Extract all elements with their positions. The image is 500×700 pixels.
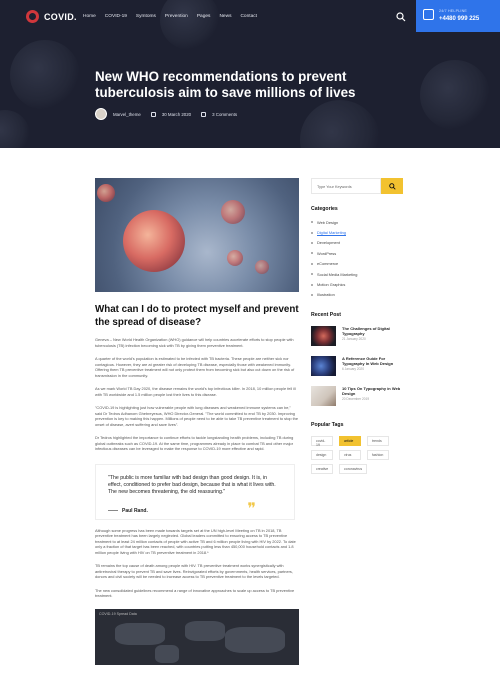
recent-posts-title: Recent Post — [311, 312, 341, 319]
recent-post[interactable]: The Challenges of Digital Typography 21 … — [311, 326, 404, 348]
tag-cloud: covid-19 article trends design virus fas… — [311, 436, 404, 475]
search-icon — [388, 182, 396, 190]
sidebar-search: Type Your Keywords — [311, 178, 404, 194]
search-icon[interactable] — [396, 12, 406, 22]
category-item[interactable]: Social Media Marketing — [311, 269, 404, 279]
tag[interactable]: trends — [367, 436, 389, 447]
nav-item-prevention[interactable]: Prevention — [165, 14, 188, 19]
tag[interactable]: fashion — [367, 450, 389, 461]
quote-dash — [108, 510, 118, 511]
comment-count[interactable]: 3 Comments — [212, 112, 237, 117]
tag[interactable]: virus — [339, 450, 361, 461]
calendar-icon — [150, 111, 156, 117]
post-date: 21 January 2020 — [342, 337, 366, 342]
search-button[interactable] — [381, 178, 403, 194]
spread-map-image: COVID-19 Spread Data — [95, 608, 299, 665]
article-paragraph: TB remains the top cause of death among … — [95, 563, 293, 579]
article-content: What can I do to protect myself and prev… — [95, 178, 299, 665]
category-item[interactable]: Illustration — [311, 290, 404, 300]
article-paragraph: The new consolidated guidelines recommen… — [95, 587, 295, 599]
hero-banner: COVID. Home COVID-19 Symtoms Prevention … — [0, 0, 500, 148]
post-thumbnail[interactable] — [311, 386, 336, 407]
popular-tags-title: Popular Tags — [311, 422, 344, 429]
category-item[interactable]: Motion Graphics — [311, 279, 404, 289]
category-list: Web Design Digital Marketing Development… — [311, 217, 404, 300]
tag[interactable]: covid-19 — [311, 436, 333, 447]
sidebar: Type Your Keywords Categories Web Design… — [311, 178, 404, 475]
category-item[interactable]: eCommerce — [311, 259, 404, 269]
post-thumbnail[interactable] — [311, 356, 336, 377]
quote-text: "The public is more familiar with bad de… — [108, 474, 276, 496]
category-item[interactable]: Digital Marketing — [311, 227, 404, 237]
tag[interactable]: article — [339, 436, 361, 447]
tag[interactable]: creative — [311, 464, 333, 475]
category-item[interactable]: Web Design — [311, 217, 404, 227]
logo[interactable]: COVID. — [26, 10, 77, 23]
category-item[interactable]: Development — [311, 238, 404, 248]
post-title[interactable]: The Challenges of Digital Typography — [342, 326, 404, 336]
post-thumbnail[interactable] — [311, 326, 336, 347]
categories-title: Categories — [311, 206, 338, 212]
tag[interactable]: design — [311, 450, 333, 461]
helpline-number: +4480 999 225 — [439, 16, 480, 22]
nav-item-symtoms[interactable]: Symtoms — [136, 14, 156, 19]
category-item[interactable]: WordPress — [311, 248, 404, 258]
author-name[interactable]: Marvel_theme — [113, 112, 141, 117]
article-paragraph: As we mark World TB Day 2020, the diseas… — [95, 386, 296, 397]
quote-author: Paul Rand. — [108, 508, 148, 514]
nav-item-pages[interactable]: Pages — [197, 14, 211, 19]
quote-author-name: Paul Rand. — [122, 507, 148, 514]
map-title: COVID-19 Spread Data — [99, 611, 137, 616]
helpline-label: 24/7 HELPLINE — [439, 9, 467, 13]
comment-icon — [201, 111, 207, 117]
article-paragraph: Dr Tedros highlighted the importance to … — [95, 435, 294, 451]
main-menu: Home COVID-19 Symtoms Prevention Pages N… — [83, 14, 257, 19]
author-avatar — [95, 108, 107, 120]
blockquote: "The public is more familiar with bad de… — [95, 463, 295, 520]
virus-logo-icon — [26, 10, 39, 23]
quote-mark-icon: ❞ — [247, 498, 256, 518]
article-heading: What can I do to protect myself and prev… — [95, 304, 299, 328]
post-date: 20 December 2019 — [342, 397, 370, 402]
article-paragraph: A quarter of the world's population is e… — [95, 356, 295, 378]
featured-image — [95, 178, 299, 292]
post-date: 30 March 2020 — [161, 111, 192, 117]
nav-item-news[interactable]: News — [219, 14, 231, 19]
article-paragraph: Geneva – New World Health Organization (… — [95, 337, 294, 348]
helpline-button[interactable]: 24/7 HELPLINE +4480 999 225 — [416, 0, 500, 32]
phone-icon — [423, 9, 434, 20]
nav-item-covid-19[interactable]: COVID-19 — [105, 14, 127, 19]
recent-post[interactable]: 10 Tips On Typography in Web Design 20 D… — [311, 386, 404, 408]
tag[interactable]: coronavirus — [339, 464, 367, 475]
recent-post[interactable]: A Reference Guide For Typography In Web … — [311, 356, 404, 378]
article-paragraph: "COVID-19 is highlighting just how vulne… — [95, 405, 299, 427]
post-meta: Marvel_theme 30 March 2020 3 Comments — [95, 108, 237, 120]
post-date: 6 January 2020 — [342, 367, 364, 372]
post-title[interactable]: A Reference Guide For Typography In Web … — [342, 356, 404, 366]
nav-item-contact[interactable]: Contact — [240, 14, 257, 19]
page-title: New WHO recommendations to prevent tuber… — [95, 69, 356, 100]
nav-item-home[interactable]: Home — [83, 14, 96, 19]
article-paragraph: Although some progress has been made tow… — [95, 527, 296, 555]
post-title[interactable]: 10 Tips On Typography in Web Design — [342, 386, 404, 396]
search-input[interactable]: Type Your Keywords — [311, 178, 381, 194]
logo-text: COVID. — [44, 11, 77, 22]
